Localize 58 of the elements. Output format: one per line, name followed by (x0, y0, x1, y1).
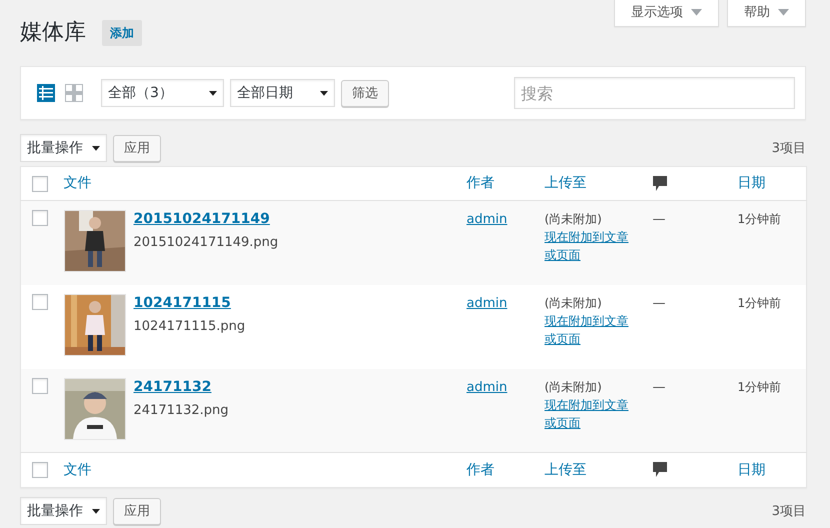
caret-icon (320, 90, 328, 96)
checkbox[interactable] (32, 294, 48, 310)
bulk-action-select[interactable]: 批量操作 (20, 497, 107, 526)
bulk-action-select[interactable]: 批量操作 (20, 134, 107, 162)
comment-count: — (652, 380, 666, 395)
comment-count: — (652, 212, 666, 228)
grid-view-icon[interactable] (65, 84, 83, 102)
file-name: 20151024171149.png (134, 234, 278, 252)
caret-icon (691, 9, 702, 16)
screen-tab[interactable]: 帮助 (727, 0, 806, 27)
column-header[interactable]: 文件 (64, 175, 92, 192)
attach-link[interactable]: 现在附加到文章或页面 (544, 396, 632, 432)
attachment-status: (尚未附加) (544, 378, 603, 396)
list-view-icon[interactable] (37, 84, 55, 102)
attachment-status: (尚未附加) (544, 211, 603, 228)
caret-icon (92, 146, 100, 151)
comment-icon[interactable] (652, 176, 666, 192)
filter-button[interactable]: 筛选 (341, 80, 389, 107)
attachment-status: (尚未附加) (544, 294, 603, 312)
attach-link[interactable]: 现在附加到文章或页面 (544, 228, 632, 264)
author-link[interactable]: admin (466, 296, 508, 311)
checkbox[interactable] (32, 378, 48, 394)
checkbox[interactable] (32, 462, 48, 478)
upload-date: 1分钟前 (738, 380, 782, 394)
type-filter-select[interactable]: 全部（3） (101, 79, 224, 108)
column-header[interactable]: 上传至 (544, 175, 586, 192)
file-name: 24171132.png (134, 402, 229, 420)
caret-icon (778, 9, 789, 16)
caret-icon (92, 508, 100, 514)
author-link[interactable]: admin (466, 380, 508, 395)
comment-icon[interactable] (652, 462, 666, 478)
upload-date: 1分钟前 (738, 212, 782, 226)
apply-button[interactable]: 应用 (113, 498, 161, 525)
file-title-link[interactable]: 24171132 (134, 376, 229, 398)
attach-link[interactable]: 现在附加到文章或页面 (544, 312, 632, 348)
column-header[interactable]: 日期 (738, 175, 766, 192)
date-filter-select[interactable]: 全部日期 (230, 79, 335, 108)
search-field[interactable]: 搜索 (514, 77, 795, 110)
upload-date: 1分钟前 (738, 296, 782, 310)
apply-button[interactable]: 应用 (113, 134, 161, 162)
file-title-link[interactable]: 1024171115 (134, 292, 246, 314)
add-button[interactable]: 添加 (102, 20, 142, 46)
item-count: 3项目 (772, 502, 806, 521)
caret-icon (209, 90, 217, 96)
checkbox[interactable] (32, 210, 48, 226)
screen-tab[interactable]: 显示选项 (614, 0, 719, 27)
checkbox[interactable] (32, 176, 48, 192)
file-name: 1024171115.png (134, 318, 246, 336)
column-header[interactable]: 作者 (466, 175, 494, 192)
comment-count: — (652, 296, 666, 311)
item-count: 3项目 (772, 140, 806, 158)
page-title: 媒体库 (20, 20, 86, 46)
column-header[interactable]: 日期 (738, 462, 766, 478)
column-header[interactable]: 上传至 (544, 462, 586, 478)
column-header[interactable]: 作者 (466, 462, 494, 478)
file-title-link[interactable]: 20151024171149 (134, 209, 278, 230)
author-link[interactable]: admin (466, 212, 508, 228)
column-header[interactable]: 文件 (64, 462, 92, 478)
